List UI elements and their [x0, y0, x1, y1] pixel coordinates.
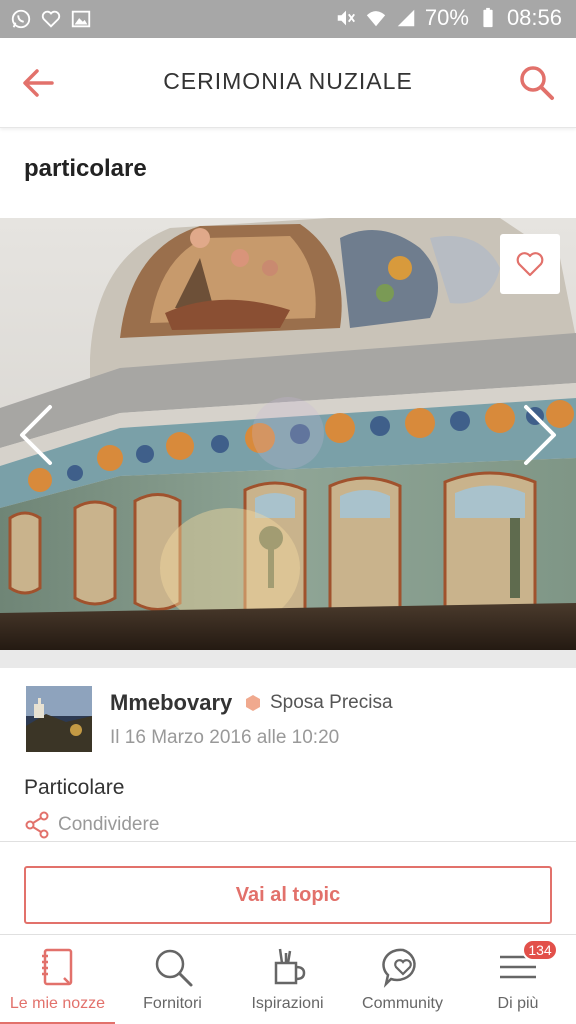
- search-icon: [155, 949, 192, 987]
- post-body: Particolare: [24, 776, 125, 799]
- search-button[interactable]: [516, 62, 558, 104]
- clock: 08:56: [506, 5, 562, 30]
- carousel-prev-button[interactable]: [14, 403, 58, 467]
- nav-item-community[interactable]: Community: [345, 935, 460, 1024]
- brush-cup-icon: [274, 948, 305, 985]
- carousel-next-button[interactable]: [518, 403, 562, 467]
- status-bar: 70% 08:56: [0, 0, 576, 38]
- nav-item-le-mie-nozze[interactable]: Le mie nozze: [0, 935, 115, 1024]
- whatsapp-icon: [11, 9, 31, 29]
- heart-outline-icon: [516, 252, 544, 277]
- status-right-icons: 70% 08:56: [335, 5, 562, 31]
- page-title: CERIMONIA NUZIALE: [163, 68, 413, 94]
- share-button[interactable]: Condividere: [24, 811, 159, 839]
- nav-item-di-piu[interactable]: Di più 134: [460, 935, 576, 1024]
- hexagon-badge-icon: [246, 695, 260, 711]
- nav-item-ispirazioni[interactable]: Ispirazioni: [230, 935, 345, 1024]
- photo-carousel[interactable]: [0, 218, 576, 650]
- nav-label: Community: [362, 995, 443, 1012]
- author-name[interactable]: Mmebovary: [110, 690, 232, 716]
- search-icon: [520, 66, 554, 100]
- bottom-navigation: Le mie nozze Fornitori Ispirazioni Commu…: [0, 934, 576, 1024]
- section-separator: [0, 650, 576, 668]
- post-title: particolare: [24, 155, 147, 182]
- fresco-photo: [0, 218, 576, 650]
- notification-badge: 134: [522, 939, 558, 961]
- battery-percent: 70%: [424, 5, 469, 30]
- share-icon: [25, 811, 49, 839]
- divider: [0, 841, 576, 842]
- go-to-topic-button[interactable]: Vai al topic: [24, 866, 552, 924]
- heart-outline-icon: [41, 10, 61, 28]
- chevron-right-icon: [524, 405, 556, 465]
- post-date: Il 16 Marzo 2016 alle 10:20: [110, 727, 340, 748]
- nav-label: Ispirazioni: [251, 995, 324, 1012]
- nav-label: Di più: [497, 995, 539, 1012]
- app-header: CERIMONIA NUZIALE: [0, 38, 576, 128]
- avatar[interactable]: [26, 686, 92, 752]
- battery-icon: [483, 7, 493, 28]
- image-icon: [71, 10, 91, 28]
- heart-chat-icon: [381, 948, 416, 988]
- chevron-left-icon: [20, 405, 52, 465]
- avatar-image: [26, 686, 92, 752]
- status-left-icons: [10, 8, 92, 30]
- share-label: Condividere: [58, 814, 160, 835]
- mute-icon: [337, 10, 355, 26]
- wifi-icon: [366, 11, 386, 27]
- favorite-button[interactable]: [500, 234, 560, 294]
- signal-icon: [397, 9, 415, 27]
- notebook-icon: [41, 948, 72, 986]
- nav-label: Fornitori: [143, 995, 202, 1012]
- nav-label: Le mie nozze: [9, 995, 106, 1012]
- user-rank-badge: Sposa Precisa: [270, 692, 393, 713]
- nav-item-fornitori[interactable]: Fornitori: [115, 935, 230, 1024]
